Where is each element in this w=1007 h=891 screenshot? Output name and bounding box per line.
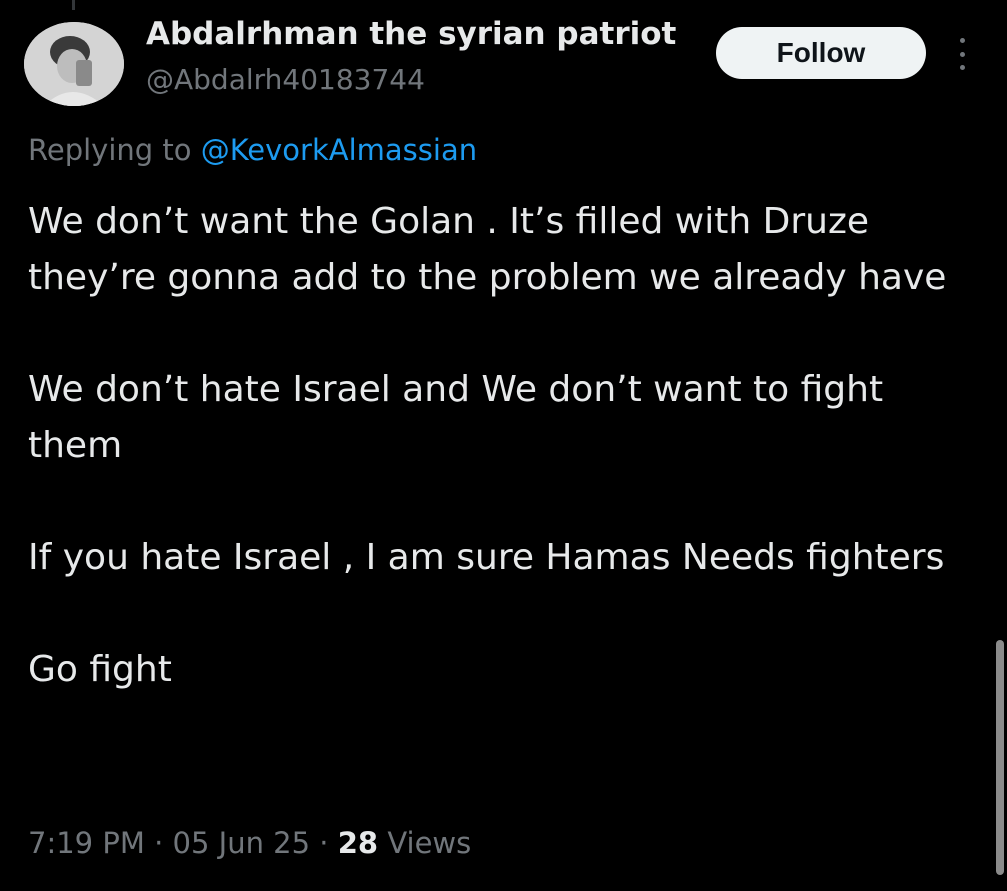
scrollbar[interactable] <box>996 640 1004 875</box>
meta-separator: · <box>154 826 164 860</box>
follow-button[interactable]: Follow <box>716 27 926 79</box>
views-label[interactable]: Views <box>387 826 471 860</box>
display-name[interactable]: Abdalrhman the syrian patriot <box>146 16 676 52</box>
replying-prefix: Replying to <box>28 133 192 167</box>
more-dot <box>959 65 965 70</box>
thread-connector-line <box>72 0 75 10</box>
tweet-paragraph: We don’t want the Golan . It’s filled wi… <box>28 201 947 298</box>
tweet-date[interactable]: 05 Jun 25 <box>173 826 311 860</box>
meta-separator: · <box>319 826 329 860</box>
more-vertical-icon[interactable] <box>952 38 972 70</box>
tweet-text: We don’t want the Golan . It’s filled wi… <box>28 194 968 698</box>
more-dot <box>959 51 965 57</box>
tweet-time[interactable]: 7:19 PM <box>28 826 145 860</box>
avatar[interactable] <box>24 22 124 106</box>
user-handle[interactable]: @Abdalrh40183744 <box>146 63 425 96</box>
views-count[interactable]: 28 <box>338 826 378 860</box>
mention-link[interactable]: @KevorkAlmassian <box>201 133 477 167</box>
tweet-paragraph: We don’t hate Israel and We don’t want t… <box>28 369 884 466</box>
more-dot <box>959 38 965 43</box>
tweet-metadata: 7:19 PM · 05 Jun 25 · 28 Views <box>28 826 471 860</box>
tweet-paragraph: If you hate Israel , I am sure Hamas Nee… <box>28 537 945 578</box>
replying-to-line: Replying to @KevorkAlmassian <box>28 133 477 167</box>
avatar-photo <box>24 22 124 106</box>
tweet-paragraph: Go fight <box>28 649 172 690</box>
